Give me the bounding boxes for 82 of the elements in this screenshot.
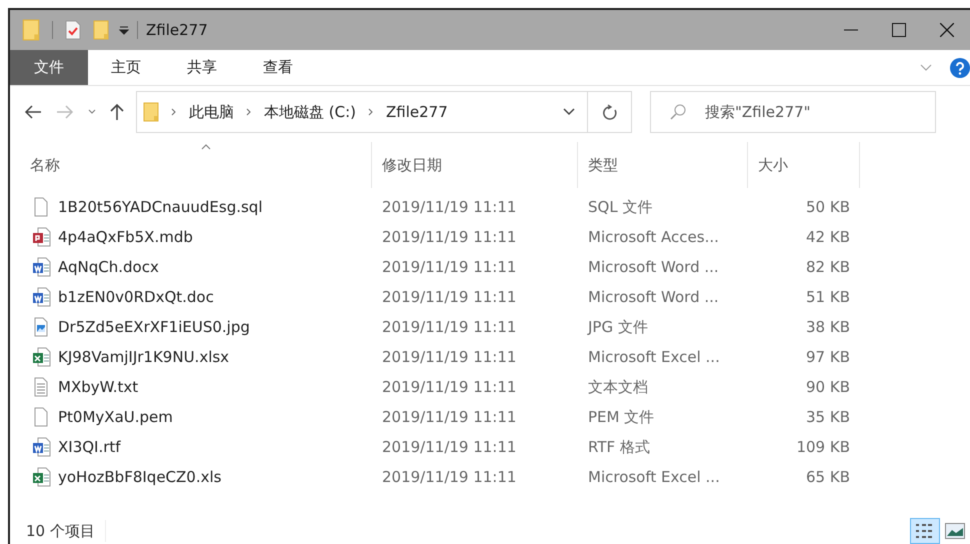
table-cell-text: 42 KB: [805, 226, 850, 248]
table-cell-text: Microsoft Word ...: [587, 256, 720, 278]
refresh-icon: [602, 104, 616, 120]
column-header[interactable]: 类型: [578, 142, 748, 188]
table-cell-text: 2019/11/19 11:11: [381, 466, 518, 488]
table-cell-text: 2019/11/19 11:11: [381, 226, 518, 248]
table-cell-text: SQL 文件: [587, 196, 654, 218]
search-icon: [670, 104, 686, 120]
file-name[interactable]: yoHozBbF8IqeCZ0.xls: [58, 466, 222, 488]
ribbon-tab[interactable]: 查看: [240, 50, 316, 85]
table-cell-text: 51 KB: [805, 286, 850, 308]
table-cell-text: 2019/11/19 11:11: [381, 376, 518, 398]
breadcrumb[interactable]: 本地磁盘 (C:): [264, 100, 356, 124]
chevron-right-icon[interactable]: [246, 108, 252, 116]
chevron-down-icon[interactable]: [88, 109, 96, 115]
table-cell-text: PEM 文件: [587, 406, 656, 428]
table-cell-text: Microsoft Acces...: [587, 226, 720, 248]
file-icon: [32, 287, 52, 307]
address-bar[interactable]: 此电脑 本地磁盘 (C:) Zfile277: [136, 91, 588, 133]
back-arrow-icon[interactable]: [24, 105, 42, 119]
table-cell-text: 2019/11/19 11:11: [381, 346, 518, 368]
checklist-icon[interactable]: [65, 20, 81, 40]
table-cell-text: Microsoft Excel ...: [587, 346, 721, 368]
table-cell-text: 文本文档: [587, 376, 649, 398]
maximize-icon: [892, 23, 906, 37]
minimize-icon: [844, 29, 858, 31]
table-cell-text: 2019/11/19 11:11: [381, 406, 518, 428]
column-header[interactable]: 名称: [10, 142, 372, 188]
chevron-down-icon[interactable]: [563, 108, 575, 116]
up-arrow-icon[interactable]: [110, 103, 124, 121]
file-icon: [32, 467, 52, 487]
table-cell-text: 90 KB: [805, 376, 850, 398]
file-name[interactable]: Pt0MyXaU.pem: [58, 406, 173, 428]
table-cell-text: JPG 文件: [586, 316, 649, 338]
file-tab[interactable]: 文件: [10, 50, 88, 85]
help-icon[interactable]: [950, 58, 970, 78]
table-cell-text: Microsoft Word ...: [587, 286, 720, 308]
file-icon: [32, 437, 52, 457]
file-name[interactable]: KJ98VamjIJr1K9NU.xlsx: [58, 346, 230, 368]
table-cell-text: 2019/11/19 11:11: [381, 316, 518, 338]
column-header[interactable]: 修改日期: [372, 142, 578, 188]
file-icon: [32, 227, 52, 247]
table-cell-text: 2019/11/19 11:11: [381, 286, 518, 308]
table-cell-text: 2019/11/19 11:11: [381, 256, 518, 278]
table-cell-text: 38 KB: [805, 316, 850, 338]
folder-icon: [93, 20, 109, 40]
file-name[interactable]: AqNqCh.docx: [58, 256, 159, 278]
file-name[interactable]: 4p4aQxFb5X.mdb: [58, 226, 193, 248]
refresh-button[interactable]: [588, 91, 632, 133]
landscape-icon: [945, 523, 965, 539]
breadcrumb[interactable]: Zfile277: [386, 100, 448, 124]
file-icon: [32, 347, 52, 367]
dropdown-icon[interactable]: [119, 25, 129, 35]
file-name[interactable]: b1zEN0v0RDxQt.doc: [58, 286, 214, 308]
ribbon-tab[interactable]: 共享: [164, 50, 240, 85]
item-count: 10 个项目: [26, 520, 106, 542]
chevron-right-icon[interactable]: [368, 108, 374, 116]
table-cell-text: 82 KB: [805, 256, 850, 278]
file-name[interactable]: 1B20t56YADCnauudEsg.sql: [58, 196, 262, 218]
file-icon: [32, 257, 52, 277]
folder-icon: [22, 19, 40, 41]
table-cell-text: 97 KB: [805, 346, 850, 368]
file-name[interactable]: XI3QI.rtf: [58, 436, 121, 458]
search-field[interactable]: 搜索"Zfile277": [650, 91, 936, 133]
table-cell-text: RTF 格式: [587, 436, 651, 458]
folder-icon: [143, 102, 159, 122]
table-cell-text: 2019/11/19 11:11: [381, 196, 518, 218]
table-cell-text: Microsoft Excel ...: [587, 466, 721, 488]
file-name[interactable]: Dr5Zd5eEXrXF1iEUS0.jpg: [58, 316, 250, 338]
file-name[interactable]: MXbyW.txt: [58, 376, 138, 398]
table-cell-text: 35 KB: [805, 406, 850, 428]
table-cell-text: 109 KB: [795, 436, 850, 458]
window-title: Zfile277: [146, 20, 208, 41]
details-view-button[interactable]: [910, 518, 940, 544]
breadcrumb[interactable]: 此电脑: [189, 100, 234, 124]
ribbon-tab[interactable]: 主页: [88, 50, 164, 85]
chevron-right-icon[interactable]: [171, 108, 177, 116]
table-cell-text: 50 KB: [805, 196, 850, 218]
column-header[interactable]: 大小: [748, 142, 860, 188]
close-icon: [940, 23, 954, 37]
table-cell-text: 2019/11/19 11:11: [381, 436, 518, 458]
table-cell-text: 65 KB: [805, 466, 850, 488]
